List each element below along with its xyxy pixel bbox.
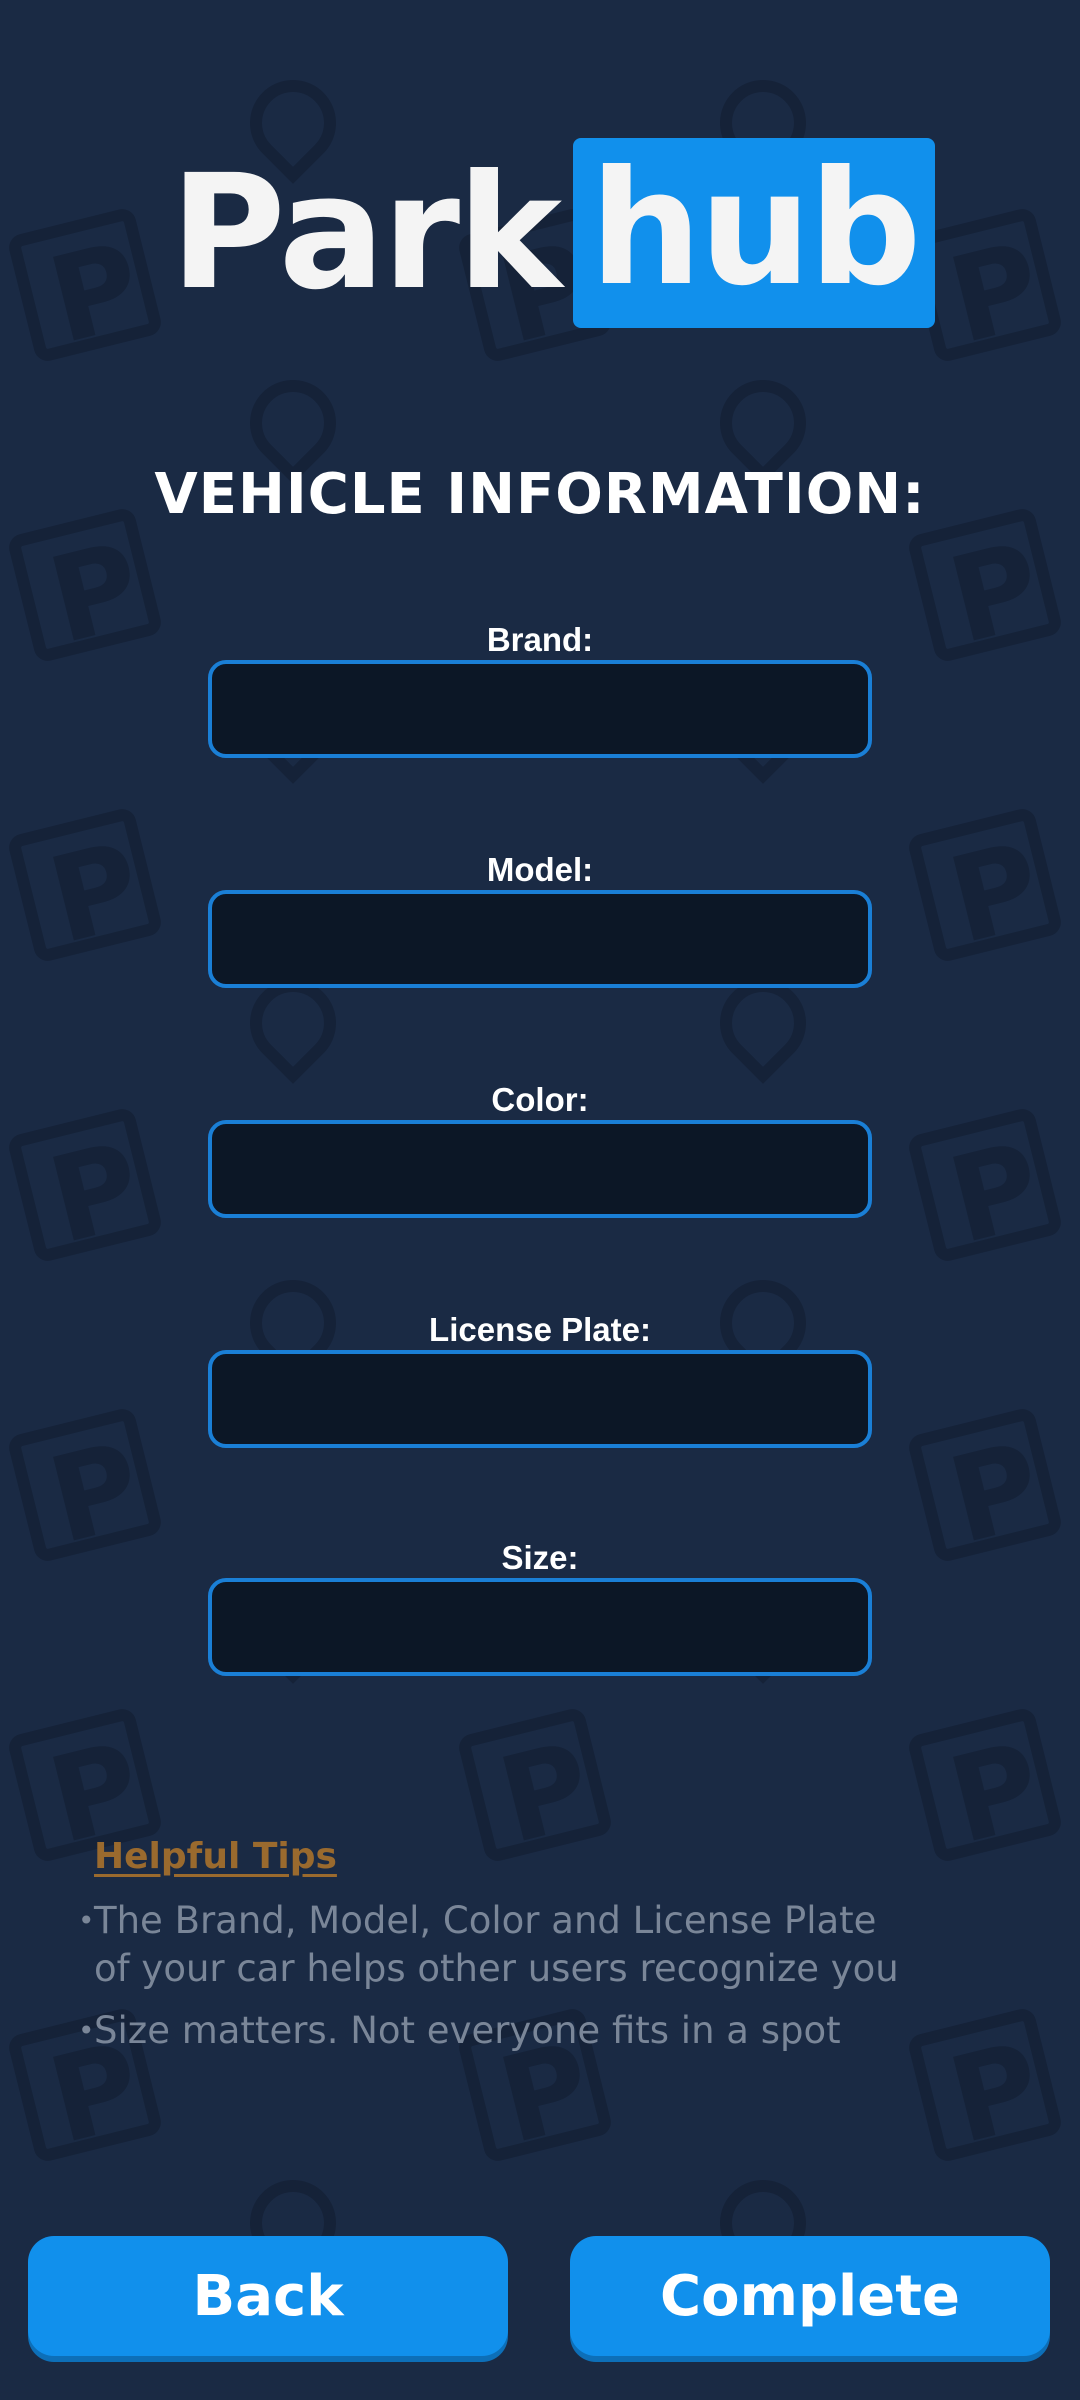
tip-item: • The Brand, Model, Color and License Pl… — [78, 1897, 1018, 1993]
logo-hub-badge: hub — [573, 137, 936, 328]
brand-input[interactable] — [208, 660, 872, 758]
size-field: Size: — [208, 1538, 872, 1676]
model-label: Model: — [486, 851, 594, 888]
tips-heading: Helpful Tips — [94, 1836, 337, 1877]
parking-sign-icon — [6, 806, 164, 964]
logo-text-park: Park — [170, 141, 562, 325]
color-field: Color: — [208, 1080, 872, 1218]
page-title: VEHICLE INFORMATION: — [154, 462, 926, 527]
tip-item: • Size matters. Not everyone fits in a s… — [78, 2007, 1018, 2055]
helpful-tips: Helpful Tips • The Brand, Model, Color a… — [78, 1836, 1018, 2055]
back-button[interactable]: Back — [28, 2236, 508, 2356]
parking-sign-icon — [906, 506, 1064, 664]
brand-label: Brand: — [486, 621, 594, 658]
parking-sign-icon — [906, 1106, 1064, 1264]
size-label: Size: — [501, 1539, 579, 1576]
brand-field: Brand: — [208, 620, 872, 758]
license-plate-field: License Plate: — [208, 1310, 872, 1448]
license-plate-input[interactable] — [208, 1350, 872, 1448]
complete-button[interactable]: Complete — [570, 2236, 1050, 2356]
tip-text: The Brand, Model, Color and License Plat… — [94, 1899, 899, 1990]
license-plate-label: License Plate: — [429, 1311, 651, 1348]
bullet-icon: • — [78, 1904, 95, 1937]
parking-sign-icon — [6, 1406, 164, 1564]
logo-text-hub: hub — [589, 137, 922, 321]
parking-sign-icon — [6, 1106, 164, 1264]
parking-sign-icon — [6, 206, 164, 364]
parking-sign-icon — [906, 806, 1064, 964]
color-input[interactable] — [208, 1120, 872, 1218]
size-input[interactable] — [208, 1578, 872, 1676]
tip-text: Size matters. Not everyone fits in a spo… — [94, 2009, 841, 2052]
color-label: Color: — [491, 1081, 589, 1118]
app-logo: Park hub — [170, 137, 936, 328]
parking-sign-icon — [906, 1406, 1064, 1564]
model-field: Model: — [208, 850, 872, 988]
model-input[interactable] — [208, 890, 872, 988]
bullet-icon: • — [78, 2014, 95, 2047]
parking-sign-icon — [6, 506, 164, 664]
